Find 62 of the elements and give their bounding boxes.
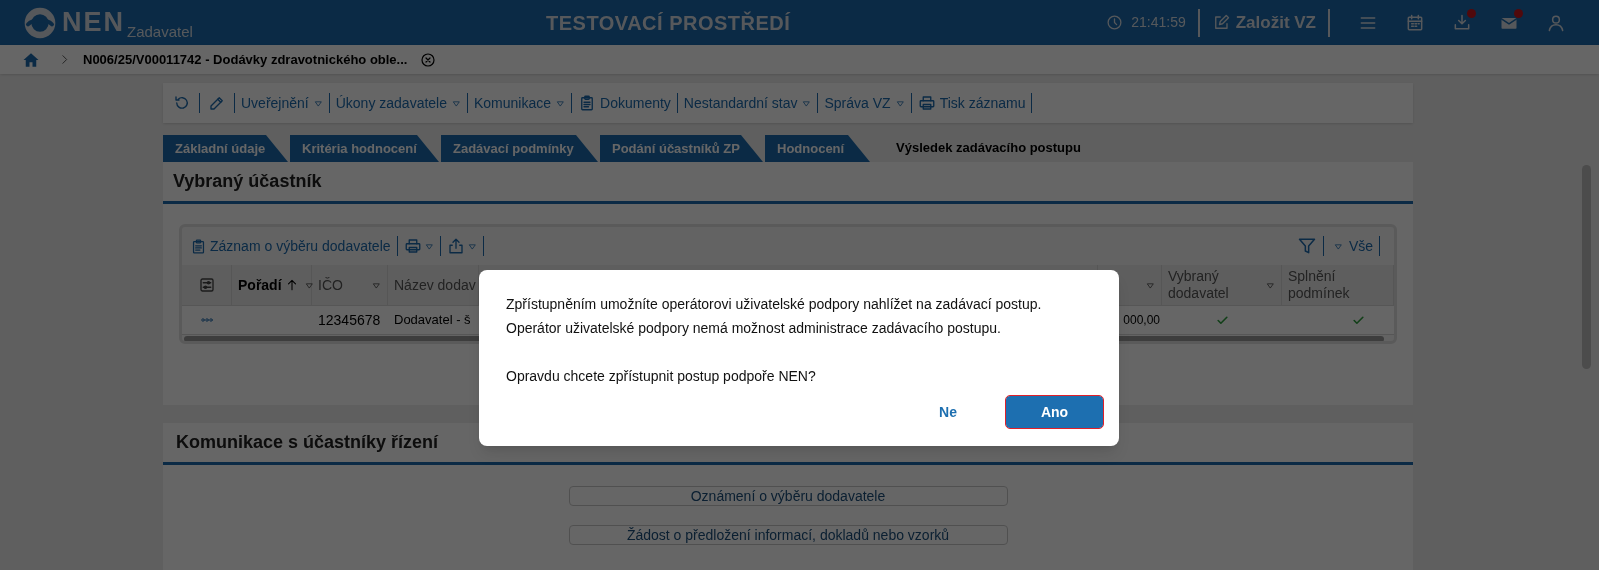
logo-subtitle: Zadavatel <box>127 24 193 39</box>
section-title: Komunikace s účastníky řízení <box>176 431 439 454</box>
clipboard-icon <box>190 237 207 255</box>
table-cell-text: 000,00 <box>1122 312 1161 329</box>
caret-icon[interactable] <box>1266 280 1275 290</box>
column-header[interactable]: Vybraný dodavatel <box>1168 268 1260 302</box>
caret-icon <box>452 98 461 108</box>
dialog-message: Zpřístupněním umožníte operátorovi uživatelské podpory nahlížet na zadávací postup. Operátor uživatelské podpory nemá možnost administrace zadávacího postupu. <box>506 295 1043 338</box>
environment-title: TESTOVACÍ PROSTŘEDÍ <box>546 10 791 36</box>
create-button[interactable]: Založit VZ <box>1211 9 1316 36</box>
table-cell-text: Dodavatel - š <box>393 311 472 330</box>
share-icon <box>446 237 465 255</box>
menu-button[interactable]: Správa VZ <box>824 92 905 114</box>
more-icon[interactable] <box>199 316 215 324</box>
menu-button[interactable]: Uveřejnění <box>241 92 323 114</box>
tab[interactable]: Podání účastníků ZP <box>600 135 763 162</box>
column-header[interactable]: Splnění podmínek <box>1288 268 1384 302</box>
tab[interactable]: Základní údaje <box>163 135 288 162</box>
caret-icon <box>895 98 905 108</box>
caret-icon <box>424 241 434 251</box>
refresh-icon[interactable] <box>173 94 191 112</box>
clock-icon <box>1106 14 1124 31</box>
toolbar-button[interactable]: Dokumenty <box>578 92 671 114</box>
caret-icon <box>467 241 477 251</box>
filter-icon[interactable] <box>1296 236 1317 256</box>
breadcrumb-link[interactable]: N006/25/V00011742 - Dodávky zdravotnického oble... <box>83 49 408 70</box>
caret-icon <box>556 98 566 108</box>
record-button[interactable]: Záznam o výběru dodavatele <box>190 235 391 257</box>
cancel-button[interactable]: Ne <box>918 396 978 428</box>
printer-icon <box>403 237 422 255</box>
table-cell-text: 12345678 <box>317 310 382 330</box>
logo-text: NEN <box>62 9 125 36</box>
print-menu-button[interactable] <box>403 237 434 255</box>
toolbar-button[interactable]: Tisk záznamu <box>917 92 1026 114</box>
caret-icon[interactable] <box>1146 280 1155 290</box>
export-menu-button[interactable] <box>446 237 477 255</box>
menu-button[interactable]: Nestandardní stav <box>683 92 812 114</box>
tab[interactable]: Kritéria hodnocení <box>290 135 439 162</box>
action-button[interactable]: Oznámení o výběru dodavatele <box>568 486 1008 506</box>
tab[interactable]: Hodnocení <box>765 135 870 162</box>
column-header[interactable]: Název dodav <box>394 276 476 294</box>
close-icon[interactable] <box>420 51 437 68</box>
caret-icon <box>313 98 323 108</box>
menu-button[interactable]: Komunikace <box>474 92 566 114</box>
section-title: Vybraný účastník <box>173 170 322 193</box>
column-settings-icon[interactable] <box>197 276 216 294</box>
caret-icon <box>1333 241 1343 251</box>
logo-icon <box>24 6 56 39</box>
confirm-button[interactable]: Ano <box>1006 396 1103 428</box>
column-header[interactable]: IČO <box>318 276 343 294</box>
menu-button[interactable]: Úkony zadavatele <box>335 92 461 114</box>
clock-time: 21:41:59 <box>1131 13 1186 32</box>
caret-icon[interactable] <box>372 280 381 290</box>
action-button[interactable]: Žádost o předložení informací, dokladů nebo vzorků <box>568 525 1008 545</box>
filter-menu-button[interactable]: Vše <box>1333 235 1373 257</box>
caret-icon[interactable] <box>304 280 314 290</box>
tab[interactable]: Zadávací podmínky <box>441 135 598 162</box>
caret-icon <box>802 98 812 108</box>
edit-icon[interactable] <box>208 94 226 112</box>
column-header[interactable]: Pořadí <box>238 276 282 294</box>
printer-icon <box>917 94 936 112</box>
dialog-message: Opravdu chcete zpřístupnit postup podpoře NEN? <box>506 367 817 386</box>
